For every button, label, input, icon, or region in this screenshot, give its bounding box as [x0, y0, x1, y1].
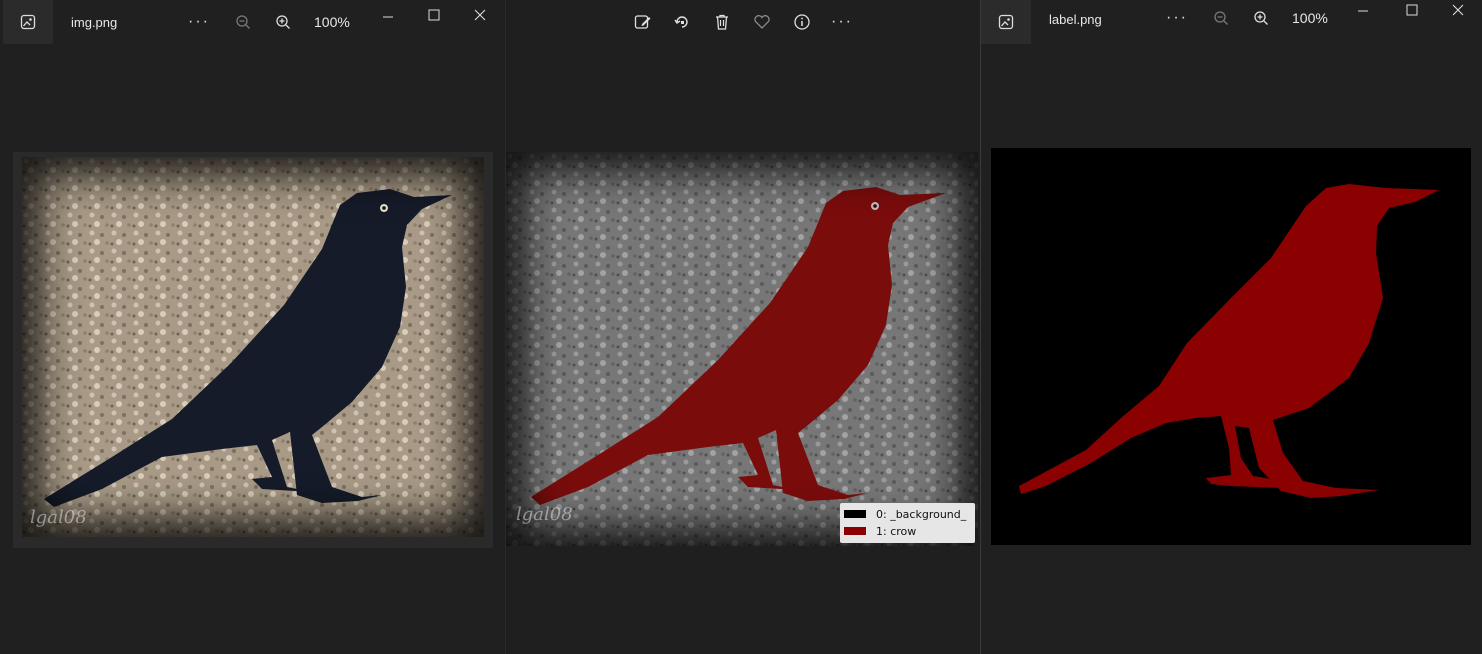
legend-swatch-background: [844, 510, 866, 518]
middle-overlay-window: ··· lgal08: [505, 0, 981, 654]
window-title: label.png: [1049, 12, 1102, 27]
right-label-window: label.png ··· 100%: [980, 0, 1482, 654]
more-options-button[interactable]: ···: [830, 10, 854, 34]
photos-app-icon[interactable]: [981, 0, 1031, 44]
zoom-in-icon[interactable]: [1249, 6, 1273, 30]
zoom-level: 100%: [314, 14, 350, 30]
legend-item-crow: 1: crow: [844, 524, 916, 538]
zoom-in-icon[interactable]: [271, 10, 295, 34]
edit-image-icon[interactable]: [631, 10, 655, 34]
maximize-button[interactable]: [1392, 0, 1432, 25]
minimize-button[interactable]: [1343, 0, 1383, 26]
zoom-out-icon[interactable]: [231, 10, 255, 34]
label-mask-image: [991, 148, 1471, 545]
left-titlebar: img.png ··· 100%: [0, 0, 505, 44]
left-photo-window: img.png ··· 100% lgal08: [0, 0, 505, 654]
zoom-level: 100%: [1292, 10, 1328, 26]
maximize-button[interactable]: [414, 0, 454, 30]
overlay-watermark: lgal08: [516, 504, 573, 525]
more-options-button[interactable]: ···: [1165, 6, 1189, 30]
zoom-out-icon[interactable]: [1209, 6, 1233, 30]
overlay-photo: lgal08: [506, 152, 978, 546]
legend-label-crow: 1: crow: [876, 524, 917, 538]
more-options-button[interactable]: ···: [187, 10, 211, 34]
delete-icon[interactable]: [710, 10, 734, 34]
legend-item-background: 0: _background_: [844, 507, 966, 521]
gravel-ground: [22, 157, 484, 537]
info-icon[interactable]: [790, 10, 814, 34]
gray-ground: [506, 152, 978, 546]
close-button[interactable]: [1438, 0, 1478, 25]
legend-label-background: 0: _background_: [876, 507, 967, 521]
rotate-icon[interactable]: [670, 10, 694, 34]
window-title: img.png: [71, 15, 118, 30]
legend-swatch-crow: [844, 527, 866, 535]
label-mask-canvas: [1019, 184, 1439, 498]
minimize-button[interactable]: [368, 2, 408, 32]
crow-photo: lgal08: [22, 157, 484, 537]
photos-app-icon[interactable]: [3, 0, 53, 44]
crow-label-shape: [1019, 184, 1439, 498]
close-button[interactable]: [460, 0, 500, 30]
photo-watermark: lgal08: [30, 507, 87, 528]
favorite-heart-icon[interactable]: [750, 10, 774, 34]
class-legend: 0: _background_ 1: crow: [840, 503, 975, 543]
